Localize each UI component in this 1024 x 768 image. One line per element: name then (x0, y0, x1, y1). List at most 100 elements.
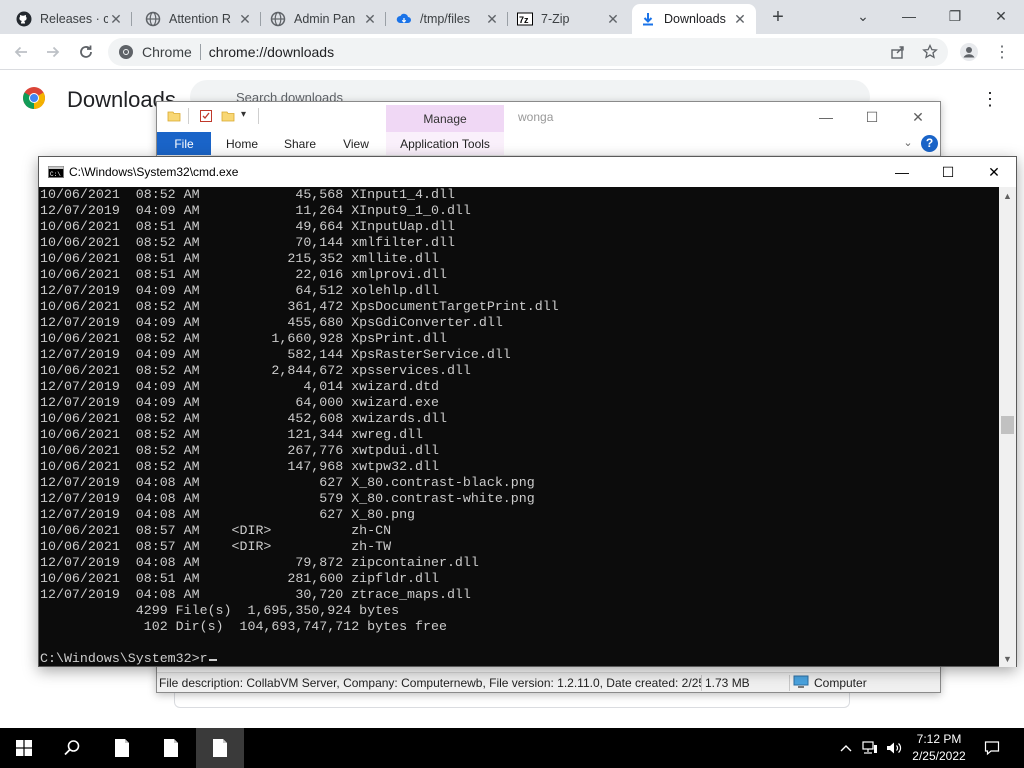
start-button[interactable] (0, 728, 48, 768)
scroll-thumb[interactable] (1001, 416, 1014, 434)
tab-application-tools[interactable]: Application Tools (386, 132, 504, 155)
close-icon[interactable]: ✕ (605, 11, 621, 28)
properties-icon[interactable] (199, 109, 213, 123)
download-icon (640, 11, 656, 27)
network-icon[interactable] (860, 728, 880, 768)
tab-attention[interactable]: Attention R ✕ (137, 4, 261, 34)
new-tab-button[interactable]: + (766, 6, 790, 30)
clock-time: 7:12 PM (916, 732, 962, 746)
tab-search-icon[interactable]: ⌄ (840, 0, 886, 32)
close-icon[interactable]: ✕ (108, 11, 124, 28)
scroll-down-icon[interactable]: ▼ (999, 650, 1016, 667)
close-icon[interactable]: ✕ (237, 11, 253, 28)
close-icon[interactable]: ✕ (484, 11, 500, 28)
console-line: 12/07/2019 04:09 AM 64,000 xwizard.exe (40, 395, 439, 410)
back-icon[interactable] (8, 40, 34, 64)
console-line: 12/07/2019 04:08 AM 30,720 ztrace_maps.d… (40, 587, 471, 602)
explorer-titlebar: ▾ Manage wonga — ☐ ✕ (157, 102, 940, 132)
close-icon[interactable]: ✕ (732, 11, 748, 28)
maximize-icon[interactable]: ☐ (925, 157, 971, 187)
quick-access-dropdown-icon[interactable]: ▾ (241, 109, 255, 123)
taskbar: 7:12 PM 2/25/2022 (0, 728, 1024, 768)
reload-icon[interactable] (73, 40, 99, 64)
url-text[interactable]: chrome://downloads (209, 44, 334, 60)
share-icon[interactable] (885, 40, 911, 64)
console-line: 10/06/2021 08:52 AM 452,608 xwizards.dll (40, 411, 447, 426)
divider (789, 675, 790, 691)
notifications-icon[interactable] (978, 728, 1006, 768)
prompt-text: C:\Windows\System32>r (40, 651, 208, 666)
address-bar[interactable]: Chrome chrome://downloads (108, 38, 948, 66)
cmd-titlebar[interactable]: C:\ C:\Windows\System32\cmd.exe — ☐ ✕ (39, 157, 1016, 187)
tab-view[interactable]: View (331, 132, 381, 155)
console-line: 10/06/2021 08:52 AM 361,472 XpsDocumentT… (40, 299, 559, 314)
console-line: 10/06/2021 08:52 AM 121,344 xwreg.dll (40, 427, 424, 442)
tab-releases[interactable]: Releases · c ✕ (8, 4, 132, 34)
tab-tmp-files[interactable]: /tmp/files ✕ (388, 4, 508, 34)
console-line: 10/06/2021 08:52 AM 147,968 xwtpw32.dll (40, 459, 439, 474)
tab-home[interactable]: Home (215, 132, 269, 155)
console-line: 12/07/2019 04:09 AM 4,014 xwizard.dtd (40, 379, 439, 394)
console-line: 10/06/2021 08:52 AM 2,844,672 xpsservice… (40, 363, 471, 378)
divider (199, 44, 201, 60)
vertical-scrollbar[interactable]: ▲ ▼ (999, 187, 1016, 667)
svg-text:7z: 7z (519, 15, 529, 25)
console-output[interactable]: 10/06/2021 08:52 AM 45,568 XInput1_4.dll… (39, 187, 1001, 667)
forward-icon[interactable] (40, 40, 66, 64)
search-button[interactable] (48, 728, 96, 768)
ribbon-expand-icon[interactable]: ⌄ (901, 136, 915, 150)
console-line: 102 Dir(s) 104,693,747,712 bytes free (40, 619, 447, 634)
minimize-icon[interactable]: — (879, 157, 925, 187)
console-line: 10/06/2021 08:52 AM 45,568 XInput1_4.dll (40, 187, 455, 202)
restore-icon[interactable]: ❐ (932, 0, 978, 32)
menu-icon[interactable]: ⋮ (989, 40, 1015, 64)
console-line: 10/06/2021 08:51 AM 281,600 zipfldr.dll (40, 571, 439, 586)
console-line: 10/06/2021 08:57 AM <DIR> zh-TW (40, 539, 392, 554)
command-prompt-line[interactable]: C:\Windows\System32>r (39, 651, 1001, 667)
system-clock[interactable]: 7:12 PM 2/25/2022 (904, 731, 974, 765)
windows-icon (16, 740, 32, 756)
tab-7zip[interactable]: 7z 7-Zip ✕ (509, 4, 629, 34)
document-icon (213, 739, 227, 757)
7zip-icon: 7z (517, 11, 533, 27)
scroll-up-icon[interactable]: ▲ (999, 187, 1016, 204)
profile-avatar-icon[interactable] (956, 40, 982, 64)
tab-downloads[interactable]: Downloads ✕ (632, 4, 756, 34)
taskbar-app-3[interactable] (196, 728, 244, 768)
console-icon: C:\ (48, 166, 64, 178)
console-line: 12/07/2019 04:09 AM 11,264 XInput9_1_0.d… (40, 203, 471, 218)
chevron-up-icon[interactable] (836, 728, 856, 768)
chrome-logo-icon (22, 86, 46, 110)
tab-share[interactable]: Share (273, 132, 327, 155)
volume-icon[interactable] (884, 728, 904, 768)
minimize-icon[interactable]: — (886, 0, 932, 32)
tab-strip: Releases · c ✕ Attention R ✕ Admin Pan ✕… (0, 0, 1024, 34)
close-icon[interactable]: ✕ (362, 11, 378, 28)
status-description: File description: CollabVM Server, Compa… (159, 676, 701, 690)
github-icon (16, 11, 32, 27)
minimize-icon[interactable]: — (803, 104, 849, 130)
status-location: Computer (814, 676, 867, 690)
console-line: 10/06/2021 08:51 AM 215,352 xmllite.dll (40, 251, 439, 266)
tab-file[interactable]: File (157, 132, 211, 155)
globe-icon (270, 11, 286, 27)
search-icon (64, 740, 80, 756)
maximize-icon[interactable]: ☐ (849, 104, 895, 130)
new-folder-icon[interactable] (221, 109, 235, 123)
close-icon[interactable]: ✕ (895, 104, 941, 130)
taskbar-app-1[interactable] (98, 728, 146, 768)
manage-context-tab[interactable]: Manage (386, 105, 504, 132)
console-line: 10/06/2021 08:51 AM 49,664 XInputUap.dll (40, 219, 455, 234)
close-icon[interactable]: ✕ (978, 0, 1024, 32)
tab-label: Releases · c (40, 12, 108, 26)
divider (701, 675, 702, 691)
tab-label: Downloads (664, 12, 726, 26)
tab-admin-panel[interactable]: Admin Pan ✕ (262, 4, 386, 34)
close-icon[interactable]: ✕ (971, 157, 1017, 187)
help-icon[interactable]: ? (921, 135, 938, 152)
more-actions-icon[interactable]: ⋮ (980, 90, 1000, 110)
taskbar-app-2[interactable] (147, 728, 195, 768)
document-icon (115, 739, 129, 757)
bookmark-star-icon[interactable] (917, 40, 943, 64)
